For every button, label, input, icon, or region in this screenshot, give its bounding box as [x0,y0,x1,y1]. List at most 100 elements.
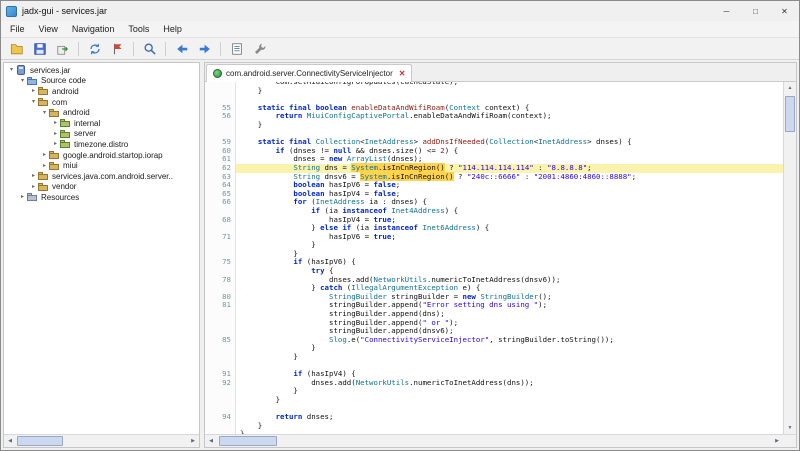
export-button[interactable] [52,39,73,59]
tree-item-services-jar[interactable]: ▾services.jar [4,65,199,76]
search-text-button[interactable] [139,39,160,59]
scroll-right-arrow-icon[interactable]: ▶ [771,435,783,447]
menu-view[interactable]: View [32,21,65,37]
menu-tools[interactable]: Tools [121,21,156,37]
line-number: 91 [205,370,236,379]
tree-item-android[interactable]: ▾android [4,107,199,118]
minimize-button[interactable]: ─ [712,1,741,21]
code-line: } [205,121,783,130]
tab-connectivity-service-injector[interactable]: com.android.server.ConnectivityServiceIn… [206,64,412,82]
code-line-text: } [236,241,783,250]
app-window: jadx-gui - services.jar ─ □ ✕ FileViewNa… [0,0,800,451]
code-line-text: hasIpV6 = true; [236,233,783,242]
code-line: } [205,87,783,96]
line-number: 60 [205,147,236,156]
code-line-text: Slog.e("ConnectivityServiceInjector", st… [236,336,783,345]
project-tree[interactable]: ▾services.jar▾Source code▸android▾com▾an… [4,63,199,434]
tree-item-timezone-distro[interactable]: ▸timezone.distro [4,139,199,150]
scroll-down-arrow-icon[interactable]: ▼ [784,422,796,434]
tree-item-server[interactable]: ▸server [4,129,199,140]
tab-title: com.android.server.ConnectivityServiceIn… [226,69,393,78]
tab-close-icon[interactable]: ✕ [399,70,406,78]
line-number [205,284,236,293]
line-number: 80 [205,293,236,302]
preferences-button[interactable] [249,39,270,59]
pkg-icon [38,182,49,192]
chevron-right-icon[interactable]: ▸ [29,171,38,181]
chevron-right-icon[interactable]: ▸ [51,118,60,128]
main-content: ▾services.jar▾Source code▸android▾com▾an… [1,60,799,450]
menu-help[interactable]: Help [156,21,189,37]
chevron-right-icon[interactable]: ▸ [40,161,49,171]
scroll-left-arrow-icon[interactable]: ◀ [205,435,217,447]
close-button[interactable]: ✕ [770,1,799,21]
tree-item-source-code[interactable]: ▾Source code [4,76,199,87]
code-line: 94 return dnses; [205,413,783,422]
chevron-down-icon[interactable]: ▾ [7,65,16,75]
code-editor[interactable]: com.setMiuiConfigForUpdates(cachedState)… [205,82,783,434]
chevron-right-icon[interactable]: ▸ [29,182,38,192]
line-number [205,267,236,276]
line-number: 62 [205,164,236,173]
back-button[interactable] [171,39,192,59]
tree-item-com[interactable]: ▾com [4,97,199,108]
maximize-button[interactable]: □ [741,1,770,21]
chevron-down-icon[interactable]: ▾ [29,97,38,107]
editor-horizontal-scrollbar[interactable]: ◀ ▶ [205,434,783,447]
tree-item-google-android-startop-iorap[interactable]: ▸google.android.startop.iorap [4,150,199,161]
line-number [205,224,236,233]
scroll-right-arrow-icon[interactable]: ▶ [187,435,199,447]
flat-packages-icon [111,42,125,56]
log-viewer-button[interactable] [226,39,247,59]
chevron-right-icon[interactable]: ▸ [29,86,38,96]
sync-button[interactable] [84,39,105,59]
tree-item-internal[interactable]: ▸internal [4,118,199,129]
title-bar[interactable]: jadx-gui - services.jar ─ □ ✕ [1,1,799,21]
flat-packages-button[interactable] [107,39,128,59]
pkg-icon [49,150,60,160]
tree-item-android[interactable]: ▸android [4,86,199,97]
chevron-right-icon[interactable]: ▸ [40,150,49,160]
chevron-right-icon[interactable]: ▸ [51,129,60,139]
code-line-text: } [236,353,783,362]
chevron-right-icon[interactable]: ▸ [51,139,60,149]
tree-scroll-thumb[interactable] [17,436,63,446]
tree-item-vendor[interactable]: ▸vendor [4,182,199,193]
open-file-button[interactable] [6,39,27,59]
editor-vertical-scrollbar[interactable]: ▲ ▼ [783,82,796,434]
forward-button[interactable] [194,39,215,59]
window-controls: ─ □ ✕ [712,1,799,21]
pkg-icon [38,97,49,107]
editor-vscroll-thumb[interactable] [785,96,795,132]
tree-item-resources[interactable]: ▸ Resources [4,192,199,203]
chevron-down-icon[interactable]: ▾ [18,76,27,86]
code-line-text: } [236,87,783,96]
log-viewer-icon [230,42,244,56]
code-line: } [205,396,783,405]
export-icon [56,42,70,56]
scroll-left-arrow-icon[interactable]: ◀ [4,435,16,447]
line-number: 75 [205,258,236,267]
code-line-text: } [236,396,783,405]
menu-navigation[interactable]: Navigation [65,21,122,37]
tree-horizontal-scrollbar[interactable]: ◀ ▶ [4,434,199,447]
line-number [205,121,236,130]
chevron-down-icon[interactable]: ▾ [40,108,49,118]
line-number [205,422,236,431]
jar-icon [16,65,27,75]
pkg-green-icon [60,139,71,149]
tree-item-services-java-com-android-server[interactable]: ▸services.java.com.android.server.. [4,171,199,182]
chevron-right-icon[interactable]: ▸ [18,192,27,202]
editor-hscroll-thumb[interactable] [219,436,277,446]
code-line-text: } [236,387,783,396]
scroll-up-arrow-icon[interactable]: ▲ [784,82,796,94]
menu-file[interactable]: File [3,21,32,37]
line-number [205,95,236,104]
save-all-button[interactable] [29,39,50,59]
res-icon [27,192,38,202]
line-number [205,327,236,336]
tree-item-miui[interactable]: ▸miui [4,160,199,171]
tree-item-label: Resources [41,193,79,202]
back-icon [175,42,189,56]
toolbar-separator [133,42,134,56]
